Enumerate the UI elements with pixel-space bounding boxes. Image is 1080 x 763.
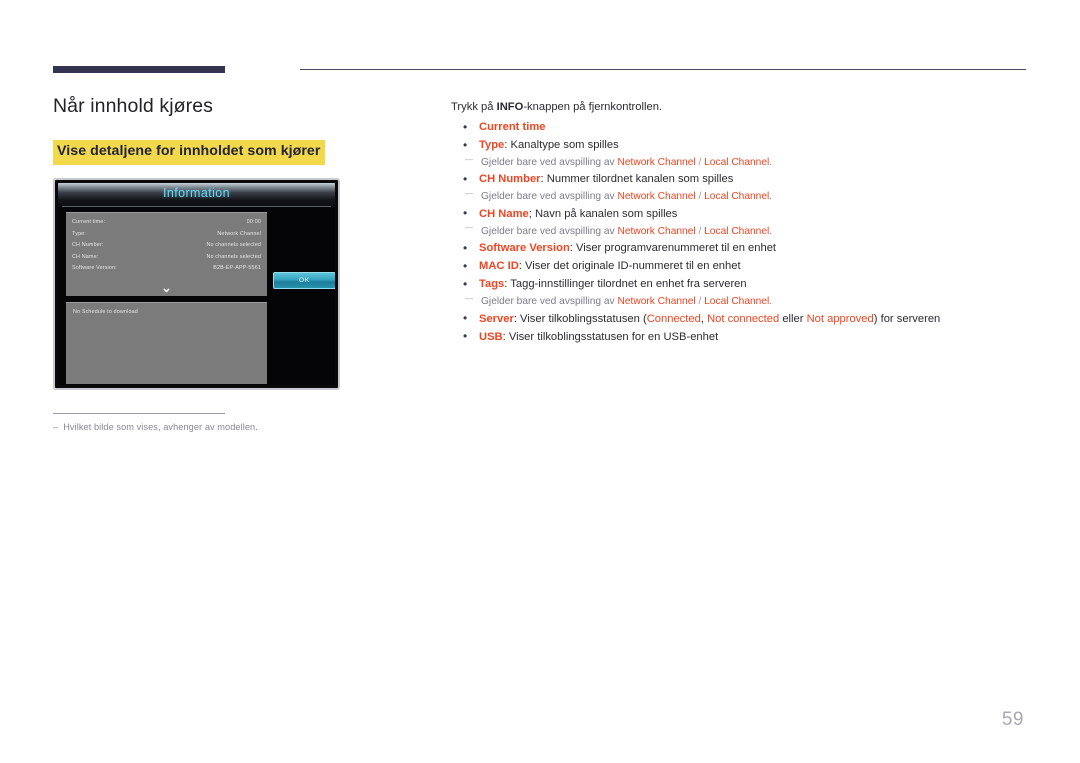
list-item-software-version: Software Version: Viser programvarenumme…	[451, 241, 1011, 257]
term-server: Server	[479, 312, 514, 325]
tv-screen: Information Current time: 00:00 Type: Ne…	[58, 183, 335, 386]
tv-dialog-titlebar: Information	[58, 183, 335, 208]
tv-info-row: Type: Network Channel	[72, 229, 261, 241]
tv-info-row: CH Number: No channels selected	[72, 240, 261, 252]
desc-server-1: : Viser tilkoblingsstatusen (	[513, 312, 647, 325]
note-separator: /	[695, 296, 705, 308]
list-item-type: Type: Kanaltype som spilles	[451, 138, 1011, 154]
desc-ch-number: : Nummer tilordnet kanalen som spilles	[540, 173, 734, 186]
footnote: – Hvilket bilde som vises, avhenger av m…	[53, 422, 413, 432]
tv-info-row-key: Software Version:	[72, 265, 117, 272]
tv-info-row-value: B2B-EP-APP-5561	[213, 265, 261, 272]
footnote-dash: –	[53, 422, 59, 432]
intro-info-keyword: INFO	[496, 101, 524, 113]
intro-paragraph: Trykk på INFO-knappen på fjernkontrollen…	[451, 100, 1011, 115]
note-tags: Gjelder bare ved avspilling av Network C…	[451, 294, 1011, 308]
tv-info-row-key: CH Number:	[72, 242, 104, 249]
tv-info-row-key: CH Name:	[72, 253, 99, 260]
note-suffix: .	[769, 225, 773, 237]
note-prefix: Gjelder bare ved avspilling av	[481, 296, 618, 308]
list-item-server: Server: Viser tilkoblingsstatusen (Conne…	[451, 311, 1011, 327]
desc-mac-id: : Viser det originale ID-nummeret til en…	[518, 260, 741, 273]
header-rule	[53, 66, 1026, 76]
intro-before: Trykk på	[451, 101, 497, 113]
tv-dialog-body: Current time: 00:00 Type: Network Channe…	[58, 207, 335, 385]
note-ch-name: Gjelder bare ved avspilling av Network C…	[451, 223, 1011, 238]
tv-information-screenshot: Information Current time: 00:00 Type: Ne…	[53, 178, 340, 391]
status-not-connected: Not connected	[707, 312, 780, 325]
page-number: 59	[1001, 709, 1024, 730]
tv-schedule-panel: No Schedule to download	[66, 302, 267, 385]
note-local-channel: Local Channel	[704, 296, 770, 308]
note-local-channel: Local Channel	[704, 191, 770, 203]
right-column: Trykk på INFO-knappen på fjernkontrollen…	[451, 100, 1011, 348]
tv-info-row-key: Current time:	[72, 218, 106, 225]
info-item-list: Current time Type: Kanaltype som spilles…	[451, 120, 1011, 345]
page-title: Når innhold kjøres	[53, 95, 214, 117]
desc-software-version: : Viser programvarenummeret til en enhet	[569, 242, 777, 255]
term-software-version: Software Version	[479, 242, 570, 255]
list-item-current-time: Current time	[451, 120, 1011, 136]
note-suffix: .	[769, 296, 773, 308]
list-item-ch-number: CH Number: Nummer tilordnet kanalen som …	[451, 172, 1011, 188]
tv-info-panel: Current time: 00:00 Type: Network Channe…	[66, 212, 267, 297]
intro-after: -knappen på fjernkontrollen.	[523, 101, 663, 113]
desc-server-3: eller	[779, 312, 807, 325]
note-prefix: Gjelder bare ved avspilling av	[481, 191, 618, 203]
note-network-channel: Network Channel	[617, 191, 696, 203]
list-item-mac-id: MAC ID: Viser det originale ID-nummeret …	[451, 259, 1011, 275]
note-separator: /	[695, 157, 705, 169]
note-prefix: Gjelder bare ved avspilling av	[481, 225, 618, 237]
note-type: Gjelder bare ved avspilling av Network C…	[451, 155, 1011, 169]
note-separator: /	[695, 191, 705, 203]
status-not-approved: Not approved	[806, 312, 874, 325]
list-item-tags: Tags: Tagg-innstillinger tilordnet en en…	[451, 277, 1011, 293]
tv-info-row-value: Network Channel	[217, 230, 261, 237]
note-separator: /	[695, 225, 705, 237]
tv-info-rows: Current time: 00:00 Type: Network Channe…	[66, 213, 267, 275]
footnote-block: – Hvilket bilde som vises, avhenger av m…	[53, 413, 413, 432]
term-current-time: Current time	[479, 121, 546, 134]
list-item-usb: USB: Viser tilkoblingsstatusen for en US…	[451, 329, 1011, 345]
term-type: Type	[479, 139, 505, 152]
desc-ch-name: ; Navn på kanalen som spilles	[528, 207, 678, 220]
note-local-channel: Local Channel	[704, 157, 770, 169]
note-network-channel: Network Channel	[617, 157, 696, 169]
tv-info-row-value: No channels selected	[206, 253, 261, 260]
tv-ok-button: OK	[273, 272, 335, 290]
note-suffix: .	[769, 191, 773, 203]
tv-info-row-value: 00:00	[246, 218, 261, 225]
desc-server-4: ) for serveren	[873, 312, 941, 325]
term-usb: USB	[479, 330, 503, 343]
tv-info-row: Software Version: B2B-EP-APP-5561	[72, 264, 261, 276]
desc-type: : Kanaltype som spilles	[504, 139, 619, 152]
header-thin-line	[300, 69, 1026, 70]
chevron-down-icon: ⌄	[161, 280, 172, 296]
tv-info-row: CH Name: No channels selected	[72, 252, 261, 264]
tv-dialog-title: Information	[163, 186, 230, 201]
tv-schedule-message: No Schedule to download	[73, 309, 138, 316]
note-suffix: .	[769, 157, 773, 169]
header-accent-bar	[53, 66, 225, 73]
section-title: Vise detaljene for innholdet som kjører	[53, 140, 326, 166]
term-tags: Tags	[479, 278, 505, 291]
status-connected: Connected	[646, 312, 701, 325]
tv-info-row-value: No channels selected	[206, 242, 261, 249]
term-ch-name: CH Name	[479, 207, 529, 220]
tv-info-row-key: Type:	[72, 230, 86, 237]
left-column: Når innhold kjøres Vise detaljene for in…	[53, 95, 413, 391]
desc-usb: : Viser tilkoblingsstatusen for en USB-e…	[502, 330, 719, 343]
term-ch-number: CH Number	[479, 173, 541, 186]
note-prefix: Gjelder bare ved avspilling av	[481, 157, 618, 169]
note-network-channel: Network Channel	[617, 296, 696, 308]
footnote-divider	[53, 413, 225, 414]
tv-info-row: Current time: 00:00	[72, 217, 261, 229]
list-item-ch-name: CH Name; Navn på kanalen som spilles	[451, 206, 1011, 222]
footnote-text: Hvilket bilde som vises, avhenger av mod…	[63, 422, 258, 432]
note-ch-number: Gjelder bare ved avspilling av Network C…	[451, 189, 1011, 203]
note-local-channel: Local Channel	[704, 225, 770, 237]
desc-tags: : Tagg-innstillinger tilordnet en enhet …	[504, 278, 747, 291]
note-network-channel: Network Channel	[617, 225, 696, 237]
term-mac-id: MAC ID	[479, 260, 519, 273]
